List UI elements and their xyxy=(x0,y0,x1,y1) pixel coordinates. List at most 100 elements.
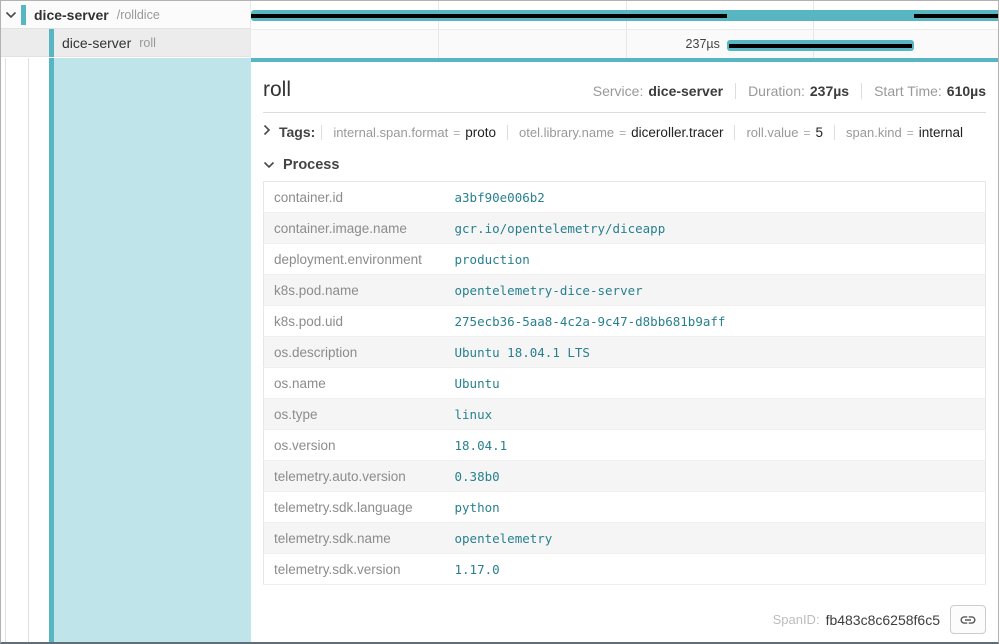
operation-name: roll xyxy=(139,36,156,50)
timeline-row-divider xyxy=(251,29,999,30)
meta-value: dice-server xyxy=(648,83,723,99)
kv-value: opentelemetry-dice-server xyxy=(445,275,986,306)
kv-value: gcr.io/opentelemetry/diceapp xyxy=(445,213,986,244)
kv-value: a3bf90e006b2 xyxy=(445,182,986,213)
table-row: deployment.environmentproduction xyxy=(264,244,986,275)
kv-value: Ubuntu 18.04.1 LTS xyxy=(445,337,986,368)
kv-key: telemetry.sdk.version xyxy=(264,554,445,585)
kv-value: opentelemetry xyxy=(445,523,986,554)
selected-span-bar[interactable] xyxy=(727,40,914,51)
spanid-label: SpanID: xyxy=(773,612,820,627)
copy-link-button[interactable] xyxy=(950,605,986,634)
kv-key: os.type xyxy=(264,399,445,430)
tag-equals: = xyxy=(619,126,626,140)
meta-label: Service: xyxy=(593,83,644,99)
table-row: telemetry.sdk.version1.17.0 xyxy=(264,554,986,585)
kv-key: container.image.name xyxy=(264,213,445,244)
kv-key: deployment.environment xyxy=(264,244,445,275)
table-row: os.descriptionUbuntu 18.04.1 LTS xyxy=(264,337,986,368)
meta-service: Service:dice-server xyxy=(581,83,735,99)
process-accordion-toggle[interactable]: Process xyxy=(263,147,986,181)
kv-key: os.name xyxy=(264,368,445,399)
table-row: os.typelinux xyxy=(264,399,986,430)
tag-equals: = xyxy=(453,126,460,140)
kv-key: container.id xyxy=(264,182,445,213)
tag-value: 5 xyxy=(816,125,824,140)
service-name: dice-server xyxy=(62,35,131,51)
tag-summary-item: otel.library.name = diceroller.tracer xyxy=(507,125,734,140)
selected-span-left-gutter xyxy=(1,58,251,642)
critical-path-segment xyxy=(729,44,912,48)
table-row: telemetry.auto.version0.38b0 xyxy=(264,461,986,492)
table-row: k8s.pod.nameopentelemetry-dice-server xyxy=(264,275,986,306)
operation-name: /rolldice xyxy=(117,8,160,22)
kv-key: os.version xyxy=(264,430,445,461)
tag-key: roll.value xyxy=(746,125,798,140)
span-detail-header: roll Service:dice-server Duration: 237µs … xyxy=(263,62,986,113)
tag-summary-item: span.kind = internal xyxy=(834,125,974,140)
kv-key: k8s.pod.uid xyxy=(264,306,445,337)
kv-key: k8s.pod.name xyxy=(264,275,445,306)
tag-value: internal xyxy=(919,125,963,140)
service-color-bar xyxy=(21,5,26,25)
tag-summary-item: internal.span.format = proto xyxy=(321,125,507,140)
span-detail-footer: SpanID: fb483c8c6258f6c5 xyxy=(263,597,986,642)
meta-value: 610µs xyxy=(947,83,986,99)
service-color-bar xyxy=(49,29,54,57)
kv-value: 18.04.1 xyxy=(445,430,986,461)
table-row: k8s.pod.uid275ecb36-5aa8-4c2a-9c47-d8bb6… xyxy=(264,306,986,337)
process-section-label: Process xyxy=(283,157,339,173)
tag-key: span.kind xyxy=(846,125,902,140)
process-kv-table: container.ida3bf90e006b2 container.image… xyxy=(263,181,986,585)
kv-value: 0.38b0 xyxy=(445,461,986,492)
tags-section-label: Tags: xyxy=(279,124,315,140)
kv-value: python xyxy=(445,492,986,523)
span-row-roll[interactable]: dice-server roll xyxy=(1,29,250,57)
selected-span-highlight xyxy=(54,58,251,642)
table-row: telemetry.sdk.nameopentelemetry xyxy=(264,523,986,554)
table-row: telemetry.sdk.languagepython xyxy=(264,492,986,523)
span-duration-label: 237µs xyxy=(251,37,720,51)
link-icon xyxy=(959,611,977,629)
meta-duration: Duration: 237µs xyxy=(735,83,861,99)
chevron-down-icon xyxy=(263,156,275,174)
chevron-down-icon[interactable] xyxy=(1,11,21,19)
span-name-column: dice-server /rolldice dice-server roll xyxy=(1,1,251,58)
tag-key: otel.library.name xyxy=(519,125,614,140)
tag-value: diceroller.tracer xyxy=(631,125,723,140)
span-detail-card: roll Service:dice-server Duration: 237µs … xyxy=(251,58,998,642)
chevron-right-icon xyxy=(263,123,271,141)
kv-value: 275ecb36-5aa8-4c2a-9c47-d8bb681b9aff xyxy=(445,306,986,337)
trace-detail-window: dice-server /rolldice dice-server roll 2… xyxy=(0,0,999,644)
meta-value: 237µs xyxy=(810,83,849,99)
tags-accordion-toggle[interactable]: Tags: internal.span.format = proto otel.… xyxy=(263,113,986,147)
span-row-rolldice[interactable]: dice-server /rolldice xyxy=(1,1,250,29)
table-row: os.nameUbuntu xyxy=(264,368,986,399)
table-row: container.image.namegcr.io/opentelemetry… xyxy=(264,213,986,244)
service-name: dice-server xyxy=(34,7,109,23)
meta-label: Start Time: xyxy=(874,83,942,99)
parent-span-bar[interactable] xyxy=(251,10,999,21)
tag-equals: = xyxy=(804,126,811,140)
tag-key: internal.span.format xyxy=(333,125,448,140)
span-meta: Service:dice-server Duration: 237µs Start… xyxy=(581,83,986,99)
tag-equals: = xyxy=(907,126,914,140)
meta-start-time: Start Time: 610µs xyxy=(861,83,986,99)
indent-guide xyxy=(28,58,29,642)
kv-value: Ubuntu xyxy=(445,368,986,399)
critical-path-segment xyxy=(914,14,999,18)
span-timeline: 237µs xyxy=(251,1,999,58)
table-row: os.version18.04.1 xyxy=(264,430,986,461)
critical-path-segment xyxy=(251,14,727,18)
kv-value: linux xyxy=(445,399,986,430)
kv-value: production xyxy=(445,244,986,275)
indent-guide xyxy=(5,58,6,642)
kv-key: telemetry.sdk.name xyxy=(264,523,445,554)
span-operation-title: roll xyxy=(263,78,291,102)
meta-label: Duration: xyxy=(748,83,805,99)
kv-key: os.description xyxy=(264,337,445,368)
tag-summary-item: roll.value = 5 xyxy=(734,125,834,140)
spanid-value: fb483c8c6258f6c5 xyxy=(826,612,940,628)
kv-key: telemetry.sdk.language xyxy=(264,492,445,523)
tag-value: proto xyxy=(465,125,496,140)
